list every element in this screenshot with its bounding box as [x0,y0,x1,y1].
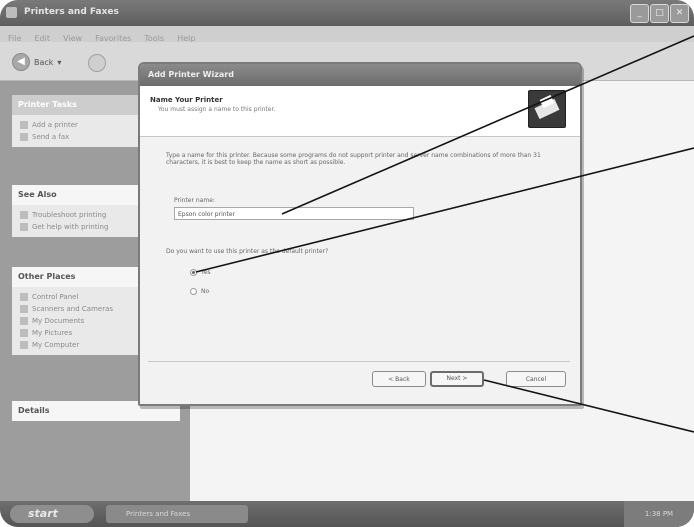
back-wizard-button[interactable]: < Back [372,371,426,387]
maximize-button[interactable]: □ [650,4,669,23]
default-no-radio[interactable]: No [190,288,209,295]
button-separator [148,361,570,362]
start-button[interactable]: start [10,505,94,523]
minimize-button[interactable]: _ [630,4,649,23]
add-printer-wizard-dialog: Add Printer Wizard Name Your Printer You… [138,62,582,406]
printer-icon [528,90,566,128]
help-icon [20,211,28,219]
system-tray-clock: 1:38 PM [624,501,694,527]
folder-icon [20,329,28,337]
close-button[interactable]: ✕ [670,4,689,23]
chevron-down-icon[interactable]: ▾ [57,58,61,67]
taskbar-printers-item[interactable]: Printers and Faxes [106,505,248,523]
wizard-header: Name Your Printer You must assign a name… [140,86,580,137]
wizard-step-subtitle: You must assign a name to this printer. [158,106,276,113]
printer-name-input[interactable]: Epson color printer [174,207,414,220]
back-label: Back [34,57,54,67]
wizard-description: Type a name for this printer. Because so… [166,152,541,166]
default-printer-question: Do you want to use this printer as the d… [166,248,329,255]
add-printer-icon [20,121,28,129]
printer-name-label: Printer name: [174,197,215,204]
screenshot: Printers and Faxes _ □ ✕ File Edit View … [0,0,694,527]
back-button[interactable]: ◀ Back ▾ [12,52,61,72]
explorer-title-bar: Printers and Faxes _ □ ✕ [0,0,694,26]
help-icon [20,223,28,231]
printer-folder-icon [6,7,17,18]
scanner-icon [20,305,28,313]
wizard-step-title: Name Your Printer [150,96,223,104]
next-button[interactable]: Next > [430,371,484,387]
computer-icon [20,341,28,349]
default-yes-radio[interactable]: Yes [190,269,211,276]
radio-selected-icon [190,269,197,276]
menu-bar: File Edit View Favorites Tools Help [0,26,694,43]
no-label: No [201,288,210,295]
taskbar: start Printers and Faxes 1:38 PM [0,501,694,527]
back-arrow-icon: ◀ [12,53,30,71]
control-panel-icon [20,293,28,301]
yes-label: Yes [201,269,211,276]
folder-icon [20,317,28,325]
forward-button[interactable] [88,54,106,72]
explorer-title: Printers and Faxes [24,7,119,17]
dialog-title: Add Printer Wizard [140,64,580,86]
radio-unselected-icon [190,288,197,295]
fax-icon [20,133,28,141]
cancel-button[interactable]: Cancel [506,371,566,387]
